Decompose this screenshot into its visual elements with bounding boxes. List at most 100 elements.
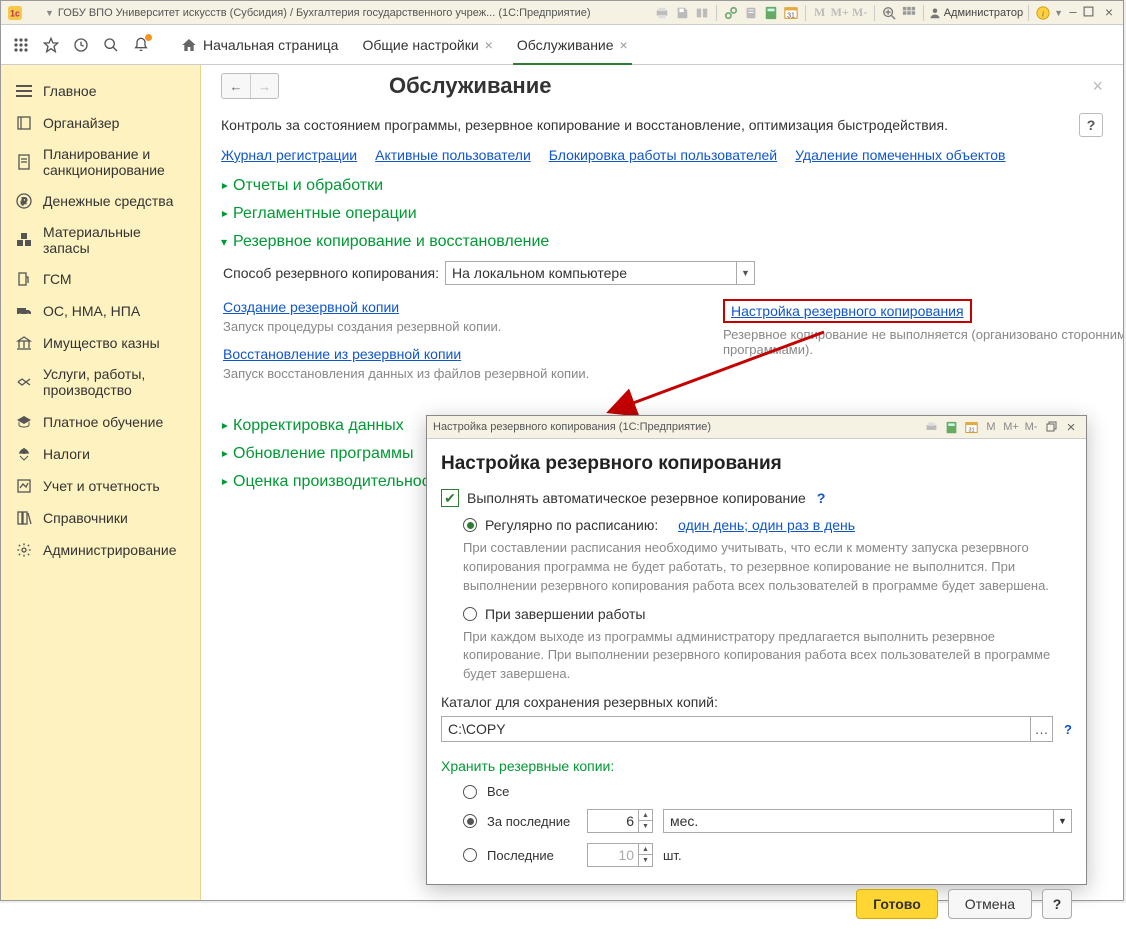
m-indicator[interactable]: M bbox=[811, 4, 829, 22]
calc-icon[interactable] bbox=[762, 4, 780, 22]
chevron-down-icon[interactable]: ▼ bbox=[1053, 810, 1071, 832]
keep-period-unit-combo[interactable]: мес. ▼ bbox=[663, 809, 1072, 833]
print-icon[interactable] bbox=[653, 4, 671, 22]
spin-down[interactable]: ▼ bbox=[639, 855, 652, 866]
browse-button[interactable]: … bbox=[1030, 717, 1052, 741]
chevron-down-icon[interactable]: ▼ bbox=[736, 262, 754, 284]
help-button[interactable]: ? bbox=[1042, 889, 1072, 919]
calendar-icon[interactable]: 31 bbox=[782, 4, 800, 22]
restore-window-button[interactable] bbox=[1042, 418, 1060, 436]
svg-text:31: 31 bbox=[968, 427, 974, 433]
close-button[interactable]: × bbox=[1101, 6, 1117, 20]
mplus-indicator[interactable]: M+ bbox=[831, 4, 849, 22]
save-icon[interactable] bbox=[673, 4, 691, 22]
sidebar-item-education[interactable]: Платное обучение bbox=[1, 406, 200, 438]
calendar-icon[interactable]: 31 bbox=[962, 418, 980, 436]
radio-schedule-label: Регулярно по расписанию: bbox=[485, 517, 658, 533]
user-label[interactable]: Администратор bbox=[929, 7, 1023, 19]
svg-text:1c: 1c bbox=[10, 8, 20, 18]
tab-general-settings[interactable]: Общие настройки × bbox=[350, 25, 504, 65]
section-backup[interactable]: ▾Резервное копирование и восстановление bbox=[221, 233, 1103, 251]
cancel-button[interactable]: Отмена bbox=[948, 889, 1032, 919]
sidebar-item-admin[interactable]: Администрирование bbox=[1, 534, 200, 566]
sidebar-item-accounting[interactable]: Учет и отчетность bbox=[1, 470, 200, 502]
sidebar-item-organizer[interactable]: Органайзер bbox=[1, 107, 200, 139]
sidebar-item-taxes[interactable]: Налоги bbox=[1, 438, 200, 470]
ok-button[interactable]: Готово bbox=[856, 889, 938, 919]
folder-input[interactable]: C:\COPY … bbox=[441, 716, 1053, 742]
sidebar-item-money[interactable]: ₽Денежные средства bbox=[1, 185, 200, 217]
spin-down[interactable]: ▼ bbox=[639, 821, 652, 832]
hint-backup-settings: Резервное копирование не выполняется (ор… bbox=[723, 327, 1123, 357]
clipboard-icon[interactable] bbox=[742, 4, 760, 22]
history-icon[interactable] bbox=[71, 35, 91, 55]
tab-close-icon[interactable]: × bbox=[620, 37, 628, 53]
mplus-indicator[interactable]: M+ bbox=[1002, 418, 1020, 436]
apps-icon[interactable] bbox=[11, 35, 31, 55]
dialog-close-button[interactable]: × bbox=[1062, 418, 1080, 436]
help-icon[interactable]: ? bbox=[817, 490, 826, 506]
backup-method-combo[interactable]: На локальном компьютере ▼ bbox=[445, 261, 755, 285]
tab-home[interactable]: Начальная страница bbox=[169, 25, 350, 65]
auto-backup-checkbox[interactable]: ✔ bbox=[441, 489, 459, 507]
keep-n-spinner[interactable]: 10 ▲▼ bbox=[587, 843, 653, 867]
sidebar-item-services[interactable]: Услуги, работы, производство bbox=[1, 359, 200, 405]
keep-period-spinner[interactable]: 6 ▲▼ bbox=[587, 809, 653, 833]
quick-links: Журнал регистрации Активные пользователи… bbox=[221, 147, 1103, 163]
notifications-icon[interactable] bbox=[131, 35, 151, 55]
zoom-in-icon[interactable] bbox=[880, 4, 898, 22]
sidebar-item-fuel[interactable]: ГСМ bbox=[1, 263, 200, 295]
maximize-button[interactable] bbox=[1083, 6, 1099, 20]
radio-keep-all[interactable] bbox=[463, 785, 477, 799]
link-icon[interactable] bbox=[722, 4, 740, 22]
back-button[interactable]: ← bbox=[222, 74, 250, 98]
link-restore-backup[interactable]: Восстановление из резервной копии bbox=[223, 346, 461, 362]
link-create-backup[interactable]: Создание резервной копии bbox=[223, 299, 399, 315]
radio-on-exit[interactable] bbox=[463, 607, 477, 621]
favorites-icon[interactable] bbox=[41, 35, 61, 55]
link-block-users[interactable]: Блокировка работы пользователей bbox=[549, 147, 777, 163]
link-active-users[interactable]: Активные пользователи bbox=[375, 147, 531, 163]
grid-icon[interactable] bbox=[900, 4, 918, 22]
m-indicator[interactable]: M bbox=[982, 418, 1000, 436]
sidebar-item-planning[interactable]: Планирование и санкционирование bbox=[1, 139, 200, 185]
link-delete-marked[interactable]: Удаление помеченных объектов bbox=[795, 147, 1005, 163]
link-backup-settings[interactable]: Настройка резервного копирования bbox=[731, 303, 964, 319]
spin-up[interactable]: ▲ bbox=[639, 810, 652, 821]
mminus-indicator[interactable]: M- bbox=[1022, 418, 1040, 436]
app-window: 1c ▼ ГОБУ ВПО Университет искусств (Субс… bbox=[0, 0, 1124, 901]
print-icon[interactable] bbox=[922, 418, 940, 436]
tab-maintenance[interactable]: Обслуживание × bbox=[505, 25, 640, 65]
compare-icon[interactable] bbox=[693, 4, 711, 22]
radio-keep-all-label: Все bbox=[487, 784, 509, 799]
radio-keep-n[interactable] bbox=[463, 848, 477, 862]
page-close-button[interactable]: × bbox=[1092, 76, 1103, 97]
radio-schedule[interactable] bbox=[463, 518, 477, 532]
info-icon[interactable]: i bbox=[1034, 4, 1052, 22]
radio-keep-period[interactable] bbox=[463, 814, 477, 828]
sidebar-item-main[interactable]: Главное bbox=[1, 75, 200, 107]
mminus-indicator[interactable]: M- bbox=[851, 4, 869, 22]
dropdown-icon[interactable] bbox=[26, 5, 42, 21]
bank-icon bbox=[15, 334, 33, 352]
page-subtitle: Контроль за состоянием программы, резерв… bbox=[221, 117, 948, 133]
minimize-button[interactable]: – bbox=[1065, 6, 1081, 20]
tab-close-icon[interactable]: × bbox=[485, 37, 493, 53]
spin-up[interactable]: ▲ bbox=[639, 844, 652, 855]
sidebar-item-assets[interactable]: ОС, НМА, НПА bbox=[1, 295, 200, 327]
help-button[interactable]: ? bbox=[1079, 113, 1103, 137]
section-scheduled[interactable]: ▾Регламентные операции bbox=[221, 205, 1103, 223]
schedule-link[interactable]: один день; один раз в день bbox=[678, 517, 855, 533]
forward-button[interactable]: → bbox=[250, 74, 278, 98]
keep-label: Хранить резервные копии: bbox=[441, 758, 1072, 774]
section-reports[interactable]: ▾Отчеты и обработки bbox=[221, 177, 1103, 195]
sidebar-item-treasury[interactable]: Имущество казны bbox=[1, 327, 200, 359]
link-event-log[interactable]: Журнал регистрации bbox=[221, 147, 357, 163]
calc-icon[interactable] bbox=[942, 418, 960, 436]
help-icon[interactable]: ? bbox=[1064, 722, 1072, 737]
sidebar: Главное Органайзер Планирование и санкци… bbox=[1, 65, 201, 900]
sidebar-item-directories[interactable]: Справочники bbox=[1, 502, 200, 534]
sidebar-item-inventory[interactable]: Материальные запасы bbox=[1, 217, 200, 263]
boxes-icon bbox=[15, 231, 33, 249]
search-icon[interactable] bbox=[101, 35, 121, 55]
